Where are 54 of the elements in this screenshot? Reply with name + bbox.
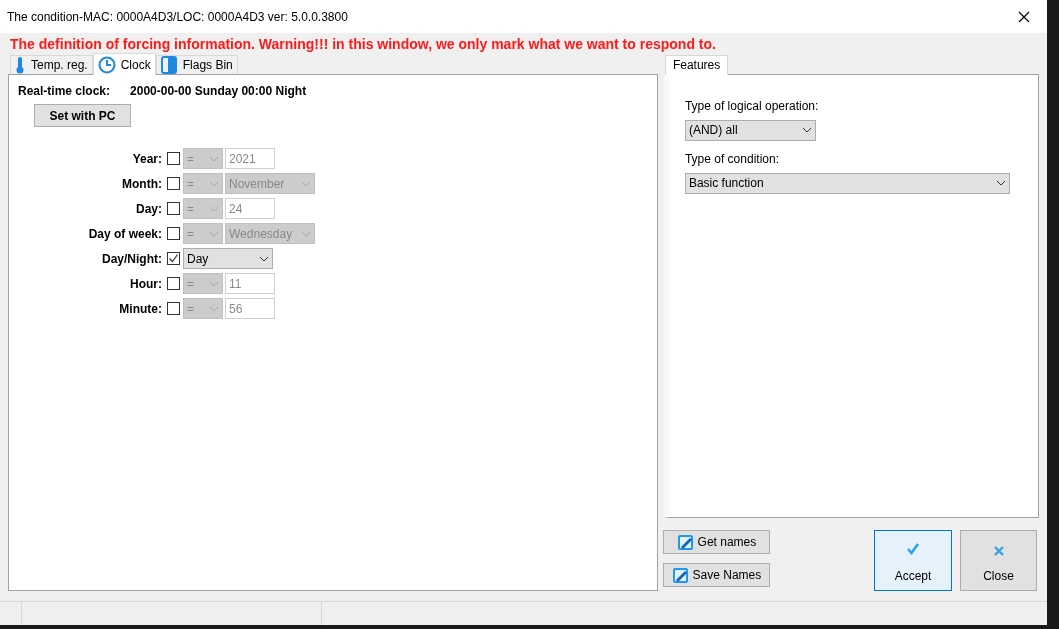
chevron-down-icon (209, 180, 219, 187)
condition-label: Year: (131, 150, 163, 168)
condition-label: Minute: (118, 300, 163, 318)
chevron-down-icon (209, 205, 219, 212)
checkbox[interactable] (167, 252, 180, 265)
condition-label: Hour: (129, 275, 163, 293)
condition-type-select[interactable]: Basic function (684, 172, 1010, 194)
tab[interactable]: Temp. reg. (10, 55, 93, 74)
logical-operation-select[interactable]: (AND) all (684, 119, 816, 141)
checkbox[interactable] (167, 277, 180, 290)
value-field[interactable]: 56 (225, 298, 275, 319)
condition-label: Month: (121, 175, 163, 193)
window-title: The condition-MAC: 0000A4D3/LOC: 0000A4D3 ver: 5.0.0.3800 (7, 8, 348, 26)
names-button[interactable]: Get names (662, 530, 770, 554)
panel-icon (160, 56, 177, 74)
chevron-down-icon (301, 230, 311, 237)
condition-label: Day of week: (87, 225, 163, 243)
tab[interactable]: Flags Bin (155, 55, 238, 74)
names-button[interactable]: Save Names (662, 563, 770, 587)
features-tab[interactable]: Features (664, 54, 729, 75)
chevron-down-icon (209, 305, 219, 312)
edit-icon (676, 533, 695, 551)
set-with-pc-button[interactable]: Set with PC (34, 104, 131, 127)
accept-button[interactable]: Accept (874, 530, 952, 591)
checkbox[interactable] (167, 302, 180, 315)
value-select[interactable]: Day (183, 248, 273, 269)
logical-operation-label: Type of logical operation: (684, 97, 820, 115)
checkbox[interactable] (167, 152, 180, 165)
chevron-down-icon (301, 180, 311, 187)
condition-label: Day: (135, 200, 163, 218)
chevron-down-icon (995, 180, 1006, 187)
clock-value: 2000-00-00 Sunday 00:00 Night (130, 83, 307, 100)
warning-text: The definition of forcing information. Warning!!! in this window, we only mark what we want to respond to. (9, 35, 717, 53)
checkbox[interactable] (167, 202, 180, 215)
condition-type-label: Type of condition: (684, 150, 780, 168)
chevron-down-icon (259, 255, 269, 262)
checkbox[interactable] (167, 177, 180, 190)
close-button[interactable]: Close (960, 530, 1037, 591)
chevron-down-icon (209, 230, 219, 237)
tab[interactable]: Clock (92, 53, 156, 75)
clock-label: Real-time clock: (18, 83, 111, 100)
checkbox[interactable] (167, 227, 180, 240)
chevron-down-icon (801, 127, 812, 134)
edit-list-icon (671, 566, 690, 584)
checkmark-icon (906, 542, 920, 556)
thermometer-icon (15, 56, 25, 74)
condition-label: Day/Night: (101, 250, 163, 268)
chevron-down-icon (209, 155, 219, 162)
value-field[interactable]: 24 (225, 198, 275, 219)
chevron-down-icon (209, 280, 219, 287)
value-field[interactable]: 11 (225, 273, 275, 294)
value-field[interactable]: 2021 (225, 148, 275, 169)
clock-icon (97, 55, 116, 74)
close-icon (993, 546, 1004, 556)
